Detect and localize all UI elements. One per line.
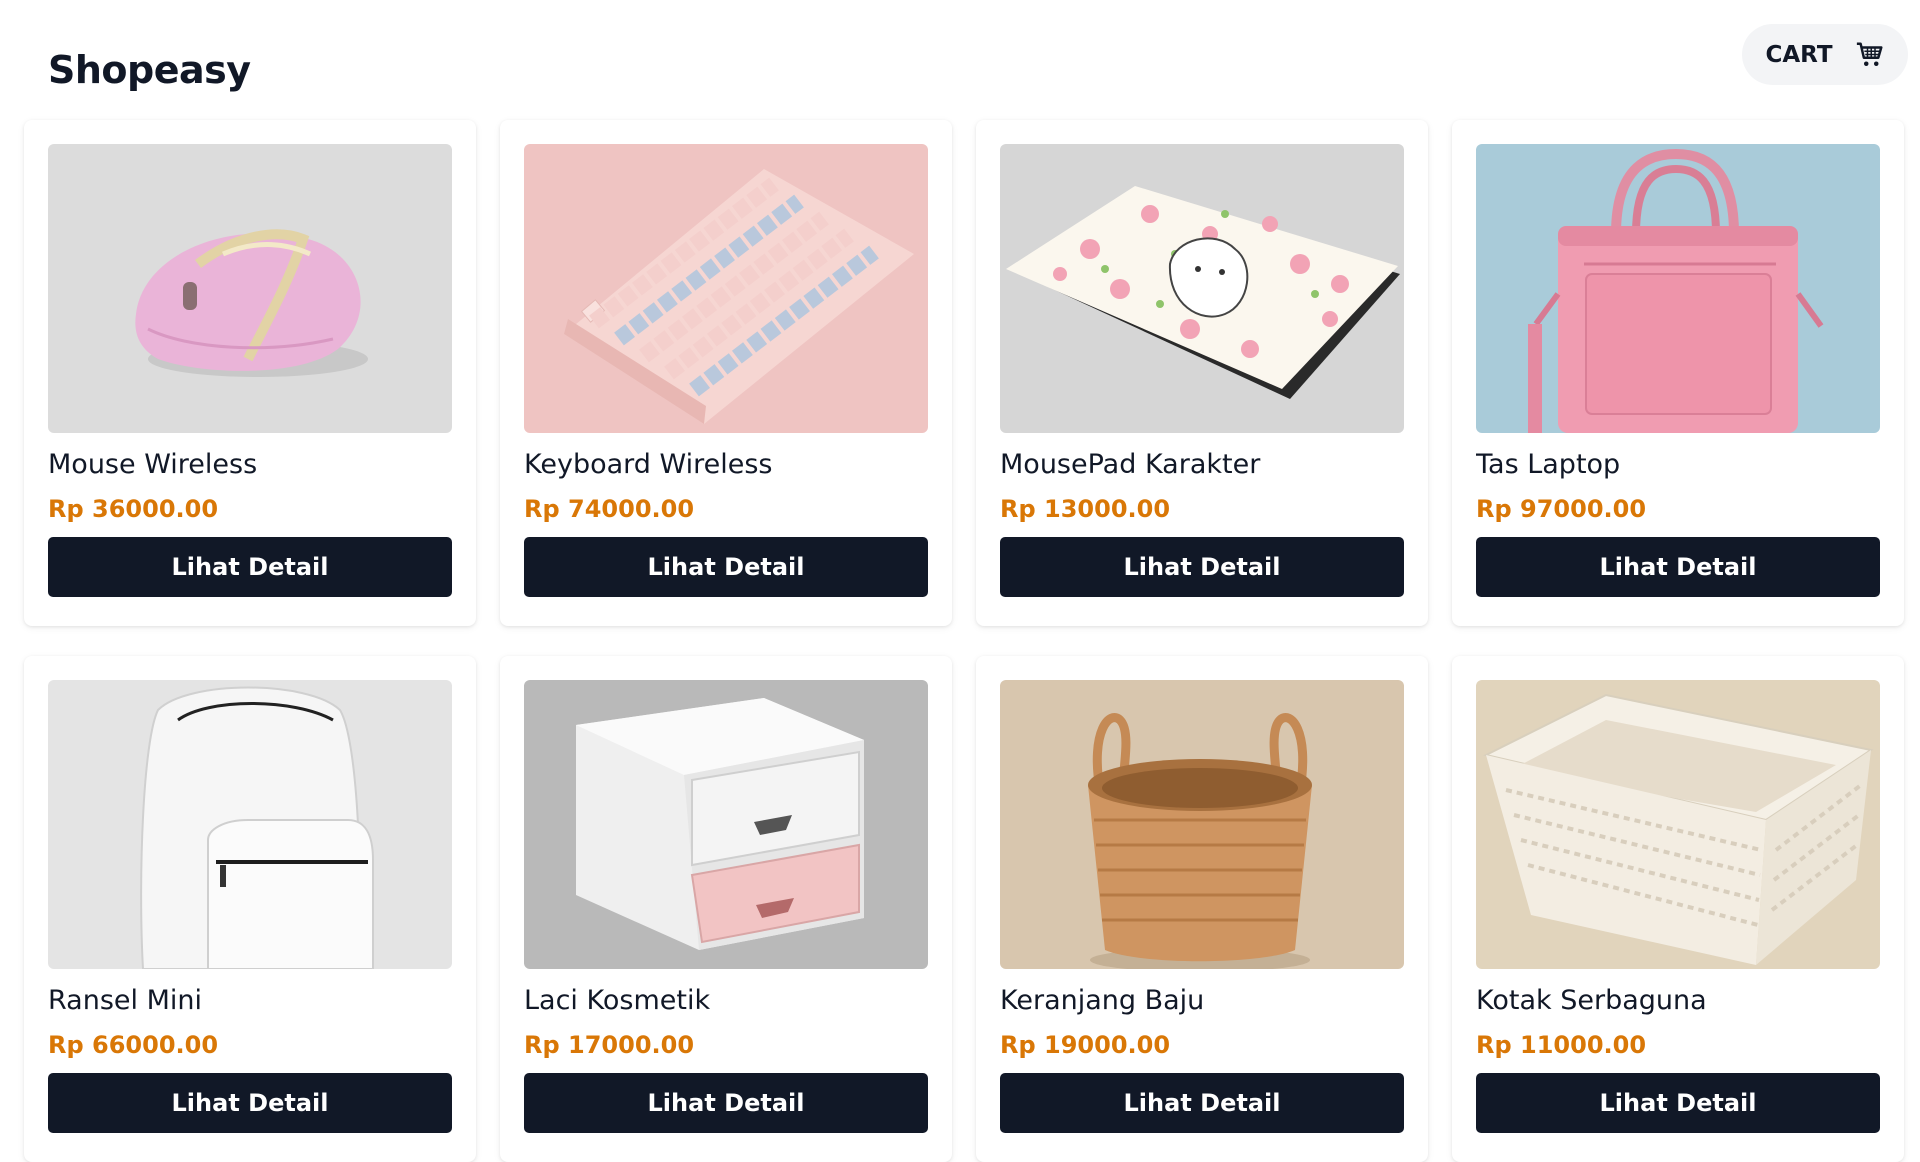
product-image-mouse[interactable] (48, 144, 452, 433)
product-card: Mouse Wireless Rp 36000.00 Lihat Detail (24, 120, 476, 626)
cart-label: CART (1765, 41, 1833, 68)
product-image-storage-basket[interactable] (1476, 680, 1880, 969)
product-price: Rp 66000.00 (48, 1031, 219, 1059)
view-detail-button[interactable]: Lihat Detail (1000, 537, 1404, 597)
product-price: Rp 74000.00 (524, 495, 695, 523)
view-detail-button[interactable]: Lihat Detail (524, 537, 928, 597)
view-detail-button[interactable]: Lihat Detail (1476, 537, 1880, 597)
product-card: Tas Laptop Rp 97000.00 Lihat Detail (1452, 120, 1904, 626)
view-detail-button[interactable]: Lihat Detail (524, 1073, 928, 1133)
shopping-cart-icon (1856, 42, 1883, 66)
product-price: Rp 13000.00 (1000, 495, 1171, 523)
product-image-rattan-basket[interactable] (1000, 680, 1404, 969)
product-card: Keyboard Wireless Rp 74000.00 Lihat Deta… (500, 120, 952, 626)
product-price: Rp 19000.00 (1000, 1031, 1171, 1059)
product-image-mousepad[interactable] (1000, 144, 1404, 433)
view-detail-button[interactable]: Lihat Detail (48, 1073, 452, 1133)
view-detail-button[interactable]: Lihat Detail (48, 537, 452, 597)
product-card: Ransel Mini Rp 66000.00 Lihat Detail (24, 656, 476, 1162)
brand-logo[interactable]: Shopeasy (48, 48, 251, 92)
product-card: Laci Kosmetik Rp 17000.00 Lihat Detail (500, 656, 952, 1162)
view-detail-button[interactable]: Lihat Detail (1476, 1073, 1880, 1133)
product-image-cosmetic-drawer[interactable] (524, 680, 928, 969)
product-image-laptop-bag[interactable] (1476, 144, 1880, 433)
product-card: MousePad Karakter Rp 13000.00 Lihat Deta… (976, 120, 1428, 626)
product-grid: Mouse Wireless Rp 36000.00 Lihat Detail (24, 120, 1907, 1162)
product-image-backpack[interactable] (48, 680, 452, 969)
product-image-keyboard[interactable] (524, 144, 928, 433)
product-name[interactable]: Tas Laptop (1476, 449, 1880, 483)
cart-button[interactable]: CART (1742, 24, 1908, 85)
product-card: Keranjang Baju Rp 19000.00 Lihat Detail (976, 656, 1428, 1162)
product-name[interactable]: Ransel Mini (48, 985, 452, 1019)
product-name[interactable]: Laci Kosmetik (524, 985, 928, 1019)
product-name[interactable]: Keranjang Baju (1000, 985, 1404, 1019)
product-name[interactable]: MousePad Karakter (1000, 449, 1404, 483)
product-card: Kotak Serbaguna Rp 11000.00 Lihat Detail (1452, 656, 1904, 1162)
product-name[interactable]: Mouse Wireless (48, 449, 452, 483)
view-detail-button[interactable]: Lihat Detail (1000, 1073, 1404, 1133)
product-price: Rp 11000.00 (1476, 1031, 1647, 1059)
product-price: Rp 36000.00 (48, 495, 219, 523)
product-price: Rp 17000.00 (524, 1031, 695, 1059)
header: Shopeasy CART (0, 0, 1920, 120)
product-price: Rp 97000.00 (1476, 495, 1647, 523)
product-name[interactable]: Kotak Serbaguna (1476, 985, 1880, 1019)
product-name[interactable]: Keyboard Wireless (524, 449, 928, 483)
